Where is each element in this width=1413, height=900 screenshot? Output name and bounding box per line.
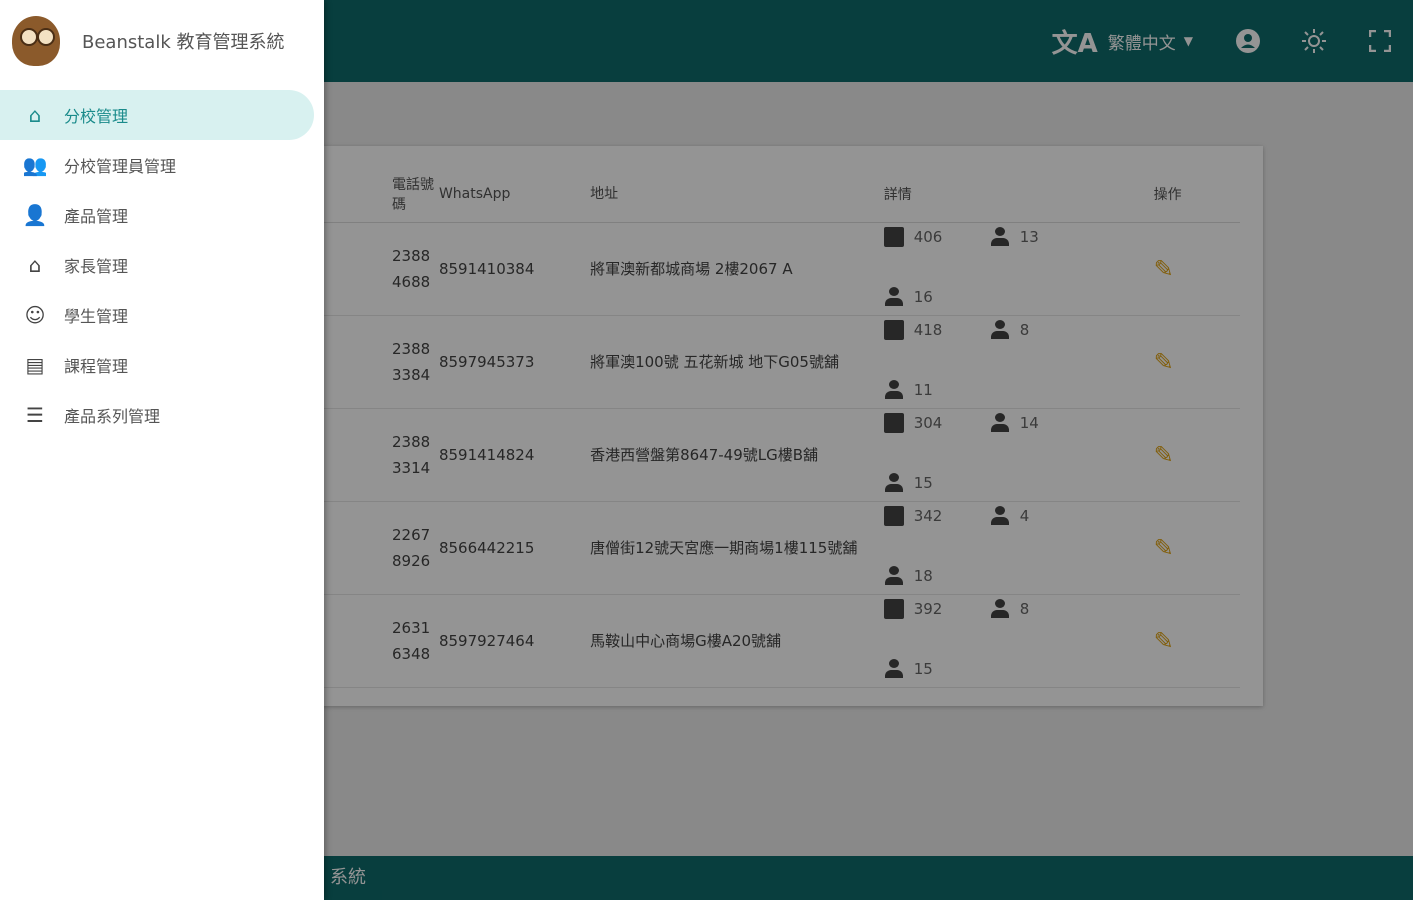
nav-item-label: 課程管理 <box>64 357 129 376</box>
nav-item-label: 分校管理員管理 <box>64 157 177 176</box>
nav-item-3[interactable]: ⌂ 家長管理 <box>0 240 314 290</box>
nav-item-label: 產品系列管理 <box>64 407 161 426</box>
product-icon: 👤 <box>22 203 48 227</box>
nav-item-1[interactable]: 👥 分校管理員管理 <box>0 140 314 190</box>
home-icon: ⌂ <box>28 253 42 277</box>
brand: Beanstalk 教育管理系統 <box>0 0 324 82</box>
nav-item-label: 分校管理 <box>64 107 129 126</box>
course-book-icon: ▤ <box>25 353 45 377</box>
nav-item-2[interactable]: 👤 產品管理 <box>0 190 314 240</box>
nav-item-label: 學生管理 <box>64 307 129 326</box>
nav-item-6[interactable]: ☰ 產品系列管理 <box>0 390 314 440</box>
student-face-icon: ☺ <box>24 303 46 327</box>
list-icon: ☰ <box>26 403 44 427</box>
navigation-drawer: Beanstalk 教育管理系統 ⌂ 分校管理 👥 分校管理員管理 👤 產品管理 ⌂ 家長管理… <box>0 0 324 900</box>
nav-item-label: 產品管理 <box>64 207 129 226</box>
nav-item-5[interactable]: ▤ 課程管理 <box>0 340 314 390</box>
nav-item-0[interactable]: ⌂ 分校管理 <box>0 90 314 140</box>
app-title: Beanstalk 教育管理系統 <box>82 32 285 53</box>
school-icon: ⌂ <box>28 103 42 127</box>
nav-list: ⌂ 分校管理 👥 分校管理員管理 👤 產品管理 ⌂ 家長管理 ☺ 學生管理 ▤ 課程管理 ☰ 產品系列管理 <box>0 90 324 440</box>
owl-logo-icon <box>12 16 60 66</box>
admin-users-icon: 👥 <box>22 153 48 177</box>
nav-item-label: 家長管理 <box>64 257 129 276</box>
nav-item-4[interactable]: ☺ 學生管理 <box>0 290 314 340</box>
